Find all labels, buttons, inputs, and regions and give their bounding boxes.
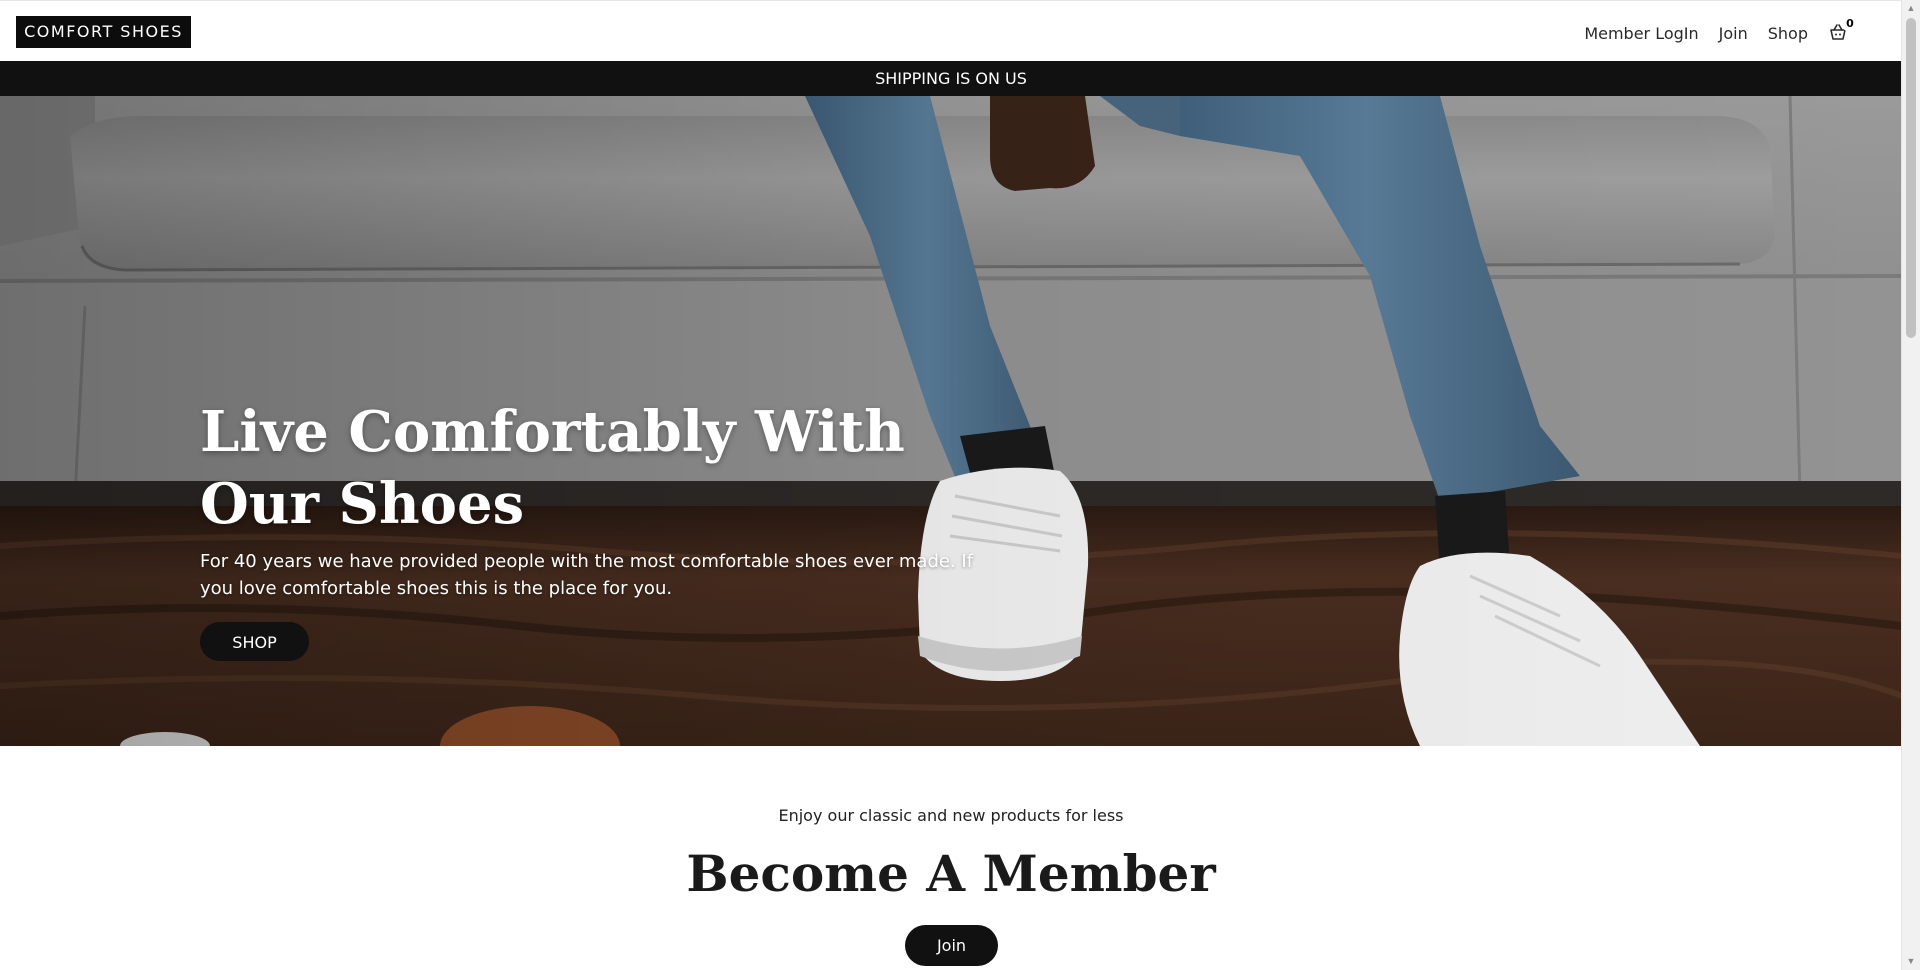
- site-logo[interactable]: COMFORT SHOES: [16, 16, 191, 48]
- nav-member-login[interactable]: Member LogIn: [1584, 24, 1698, 43]
- member-subtitle: Enjoy our classic and new products for l…: [778, 806, 1124, 825]
- scroll-down-arrow-icon[interactable]: ▼: [1902, 953, 1920, 970]
- hero-description: For 40 years we have provided people wit…: [200, 551, 974, 599]
- site-header: COMFORT SHOES Member LogIn Join Shop 0: [0, 0, 1902, 61]
- cart-button[interactable]: 0: [1828, 16, 1858, 44]
- cart-count-badge: 0: [1842, 16, 1858, 32]
- scrollbar-thumb[interactable]: [1906, 18, 1916, 338]
- promo-bar: SHIPPING IS ON US: [0, 61, 1902, 96]
- nav-shop[interactable]: Shop: [1768, 24, 1808, 43]
- member-join-button[interactable]: Join: [905, 925, 998, 966]
- member-title: Become A Member: [686, 844, 1216, 903]
- promo-text: SHIPPING IS ON US: [875, 69, 1027, 88]
- nav-join[interactable]: Join: [1719, 24, 1748, 43]
- scroll-up-arrow-icon[interactable]: ▲: [1902, 0, 1920, 17]
- hero-title: Live Comfortably With Our Shoes: [200, 399, 905, 537]
- page: COMFORT SHOES Member LogIn Join Shop 0 S…: [0, 0, 1902, 970]
- hero-shop-button[interactable]: SHOP: [200, 622, 309, 661]
- page-scrollbar[interactable]: ▲ ▼: [1901, 0, 1920, 970]
- main-nav: Member LogIn Join Shop 0: [1584, 16, 1858, 45]
- hero-banner: Live Comfortably With Our Shoes For 40 y…: [0, 96, 1902, 746]
